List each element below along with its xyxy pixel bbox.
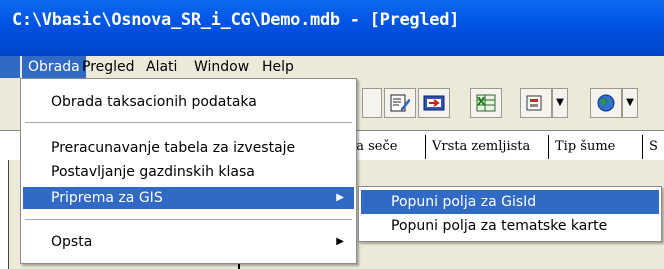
export-icon [423,95,445,111]
globe-button[interactable] [590,88,622,118]
menu-item-label: Opsta [51,234,93,250]
excel-icon: X [476,94,496,112]
menu-item-label: Obrada taksacionih podataka [51,94,257,110]
side-panel [0,160,9,269]
menu-item-postavljanje[interactable]: Postavljanje gazdinskih klasa [23,161,354,183]
menu-item-obrada-taksacionih[interactable]: Obrada taksacionih podataka [23,91,354,113]
title-bar[interactable]: C:\Vbasic\Osnova_SR_i_CG\Demo.mdb - [Pre… [0,0,664,56]
globe-icon [597,94,615,112]
menu-separator [25,122,352,123]
obrada-dropdown-menu: Obrada taksacionih podataka Preracunavan… [20,78,357,264]
submenu-item-label: Popuni polja za GisId [391,194,537,210]
submenu-arrow-icon: ▶ [336,236,344,247]
toolbar-button-1[interactable] [362,88,382,118]
menu-item-priprema-za-gis[interactable]: Priprema za GIS ▶ [23,187,354,209]
menu-separator [25,219,352,220]
report-edit-button[interactable] [384,88,416,118]
submenu-arrow-icon: ▶ [336,192,344,203]
menu-alati[interactable]: Alati [140,56,183,78]
menu-help[interactable]: Help [256,56,300,78]
globe-dropdown-arrow[interactable]: ▼ [622,88,638,118]
export-button[interactable] [418,88,450,118]
submenu-item-popuni-tematske[interactable]: Popuni polja za tematske karte [361,214,659,238]
submenu-item-label: Popuni polja za tematske karte [391,218,608,234]
form-dropdown-arrow[interactable]: ▼ [552,88,568,118]
gis-submenu: Popuni polja za GisId Popuni polja za te… [358,186,662,242]
menu-item-label: Postavljanje gazdinskih klasa [51,164,255,180]
menu-item-opsta[interactable]: Opsta ▶ [23,231,354,253]
menu-item-preracunavanje[interactable]: Preracunavanje tabela za izvestaje [23,137,354,159]
form-icon [526,95,542,111]
report-edit-icon [390,94,411,112]
submenu-item-popuni-gisid[interactable]: Popuni polja za GisId [361,190,659,214]
menu-bar: Obrada Pregled Alati Window Help [0,56,664,78]
menu-pregled[interactable]: Pregled [76,56,141,78]
tab-tip-sume[interactable]: Tip šume [548,135,621,159]
menu-left-edge [0,56,20,78]
tab-s[interactable]: S [642,135,664,159]
menu-item-label: Preracunavanje tabela za izvestaje [51,140,296,156]
menu-window[interactable]: Window [188,56,255,78]
window-title: C:\Vbasic\Osnova_SR_i_CG\Demo.mdb - [Pre… [12,10,460,30]
tab-vrsta-zemljista[interactable]: Vrsta zemljista [425,135,536,159]
menu-item-label: Priprema za GIS [51,190,163,206]
excel-button[interactable]: X [470,88,502,118]
svg-text:X: X [477,95,486,108]
form-button[interactable] [520,88,552,118]
